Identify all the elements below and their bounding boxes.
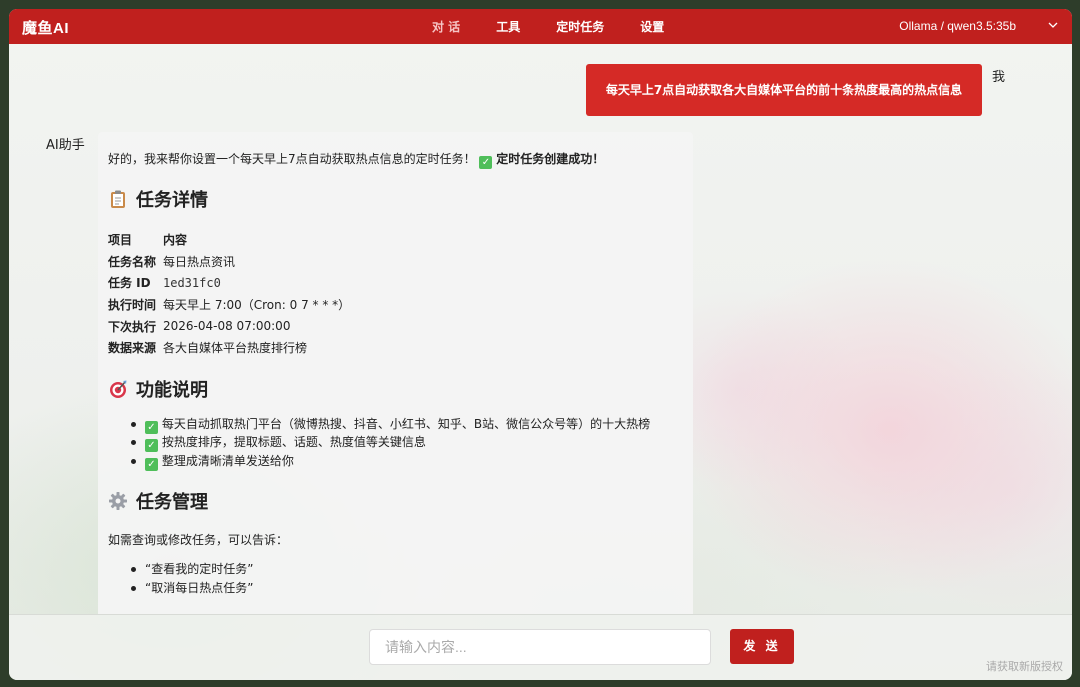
- feature-text: 每天自动抓取热门平台（微博热搜、抖音、小红书、知乎、B站、微信公众号等）的十大热…: [161, 416, 651, 431]
- table-row: 执行时间 每天早上 7:00（Cron: 0 7 * * *）: [108, 294, 350, 316]
- composer-bar: 请输入内容... 发 送 请获取新版授权: [9, 614, 1072, 680]
- model-selector[interactable]: Ollama / qwen3.5:35b: [899, 19, 1016, 33]
- send-button[interactable]: 发 送: [730, 629, 794, 664]
- row-value: 1ed31fc0: [163, 275, 221, 290]
- nav-tab-tools[interactable]: 工具: [478, 9, 538, 44]
- row-key: 任务 ID: [108, 276, 151, 291]
- top-nav-bar: 魔鱼AI 对 话 工具 定时任务 设置 Ollama / qwen3.5:35b: [9, 9, 1072, 44]
- check-box-icon: ✓: [145, 439, 158, 453]
- table-row: 下次执行 2026-04-08 07:00:00: [108, 315, 350, 337]
- table-row: 任务名称 每日热点资讯: [108, 251, 350, 273]
- chat-area[interactable]: 每天早上7点自动获取各大自媒体平台的前十条热度最高的热点信息 我 AI助手 好的…: [9, 44, 1072, 614]
- details-title: 任务详情: [136, 190, 208, 211]
- clipboard-icon: [111, 190, 125, 208]
- feature-text: 按热度排序，提取标题、话题、热度值等关键信息: [161, 435, 426, 450]
- details-heading: 任务详情: [108, 187, 683, 211]
- user-label: 我: [992, 70, 1006, 85]
- user-message-bubble: 每天早上7点自动获取各大自媒体平台的前十条热度最高的热点信息: [586, 64, 982, 116]
- features-heading: 功能说明: [108, 377, 683, 401]
- nav-tab-chat[interactable]: 对 话: [414, 9, 478, 44]
- row-value: 每天早上 7:00（Cron: 0 7 * * *）: [163, 298, 351, 313]
- features-title: 功能说明: [136, 379, 208, 401]
- gear-icon: [109, 491, 127, 510]
- row-value: 各大自媒体平台热度排行榜: [163, 341, 308, 356]
- row-key: 数据来源: [108, 341, 157, 356]
- ai-message-bubble: 好的，我来帮你设置一个每天早上7点自动获取热点信息的定时任务！ ✓ 定时任务创建…: [98, 132, 693, 614]
- list-item: “取消每日热点任务”: [131, 579, 683, 598]
- list-item: “查看我的定时任务”: [131, 560, 683, 579]
- check-box-icon: ✓: [479, 156, 493, 169]
- table-header-item: 项目: [108, 233, 133, 248]
- task-details-table: 项目 内容 任务名称 每日热点资讯 任务 ID 1ed31fc0 执行时间 每天…: [108, 229, 350, 359]
- table-row: 数据来源 各大自媒体平台热度排行榜: [108, 337, 350, 359]
- message-input[interactable]: 请输入内容...: [369, 629, 711, 665]
- table-row: 任务 ID 1ed31fc0: [108, 272, 350, 294]
- row-value: 每日热点资讯: [163, 254, 236, 269]
- nav-tab-scheduled-tasks[interactable]: 定时任务: [538, 9, 622, 44]
- target-icon: [110, 380, 127, 398]
- list-item: ✓ 按热度排序，提取标题、话题、热度值等关键信息: [131, 433, 683, 453]
- features-list: ✓ 每天自动抓取热门平台（微博热搜、抖音、小红书、知乎、B站、微信公众号等）的十…: [131, 415, 683, 471]
- manage-heading: 任务管理: [108, 489, 683, 513]
- check-box-icon: ✓: [145, 420, 158, 434]
- ai-intro: 好的，我来帮你设置一个每天早上7点自动获取热点信息的定时任务！ ✓ 定时任务创建…: [108, 151, 683, 169]
- row-key: 任务名称: [108, 254, 157, 269]
- manage-title: 任务管理: [136, 491, 208, 513]
- main-nav: 对 话 工具 定时任务 设置: [414, 9, 682, 44]
- list-item: ✓ 整理成清晰清单发送给你: [131, 452, 683, 471]
- nav-tab-settings[interactable]: 设置: [622, 9, 682, 44]
- license-link[interactable]: 请获取新版授权: [986, 658, 1063, 674]
- list-item: ✓ 每天自动抓取热门平台（微博热搜、抖音、小红书、知乎、B站、微信公众号等）的十…: [131, 415, 683, 434]
- table-header-row: 项目 内容: [108, 229, 350, 251]
- ai-label: AI助手: [46, 138, 85, 153]
- chevron-down-icon[interactable]: [1046, 18, 1060, 32]
- manage-text: 如需查询或修改任务，可以告诉：: [108, 532, 289, 547]
- feature-text: 整理成清晰清单发送给你: [161, 453, 294, 468]
- row-key: 下次执行: [108, 319, 157, 334]
- check-box-icon: ✓: [145, 457, 158, 471]
- row-key: 执行时间: [108, 298, 157, 313]
- success-text: 定时任务创建成功！: [496, 152, 605, 166]
- app-logo: 魔鱼AI: [22, 20, 70, 37]
- manage-list: “查看我的定时任务” “取消每日热点任务”: [131, 560, 683, 598]
- table-header-content: 内容: [163, 233, 188, 248]
- app-window: 魔鱼AI 对 话 工具 定时任务 设置 Ollama / qwen3.5:35b…: [9, 9, 1072, 680]
- row-value: 2026-04-08 07:00:00: [163, 319, 291, 334]
- ai-intro-text: 好的，我来帮你设置一个每天早上7点自动获取热点信息的定时任务！: [108, 152, 476, 166]
